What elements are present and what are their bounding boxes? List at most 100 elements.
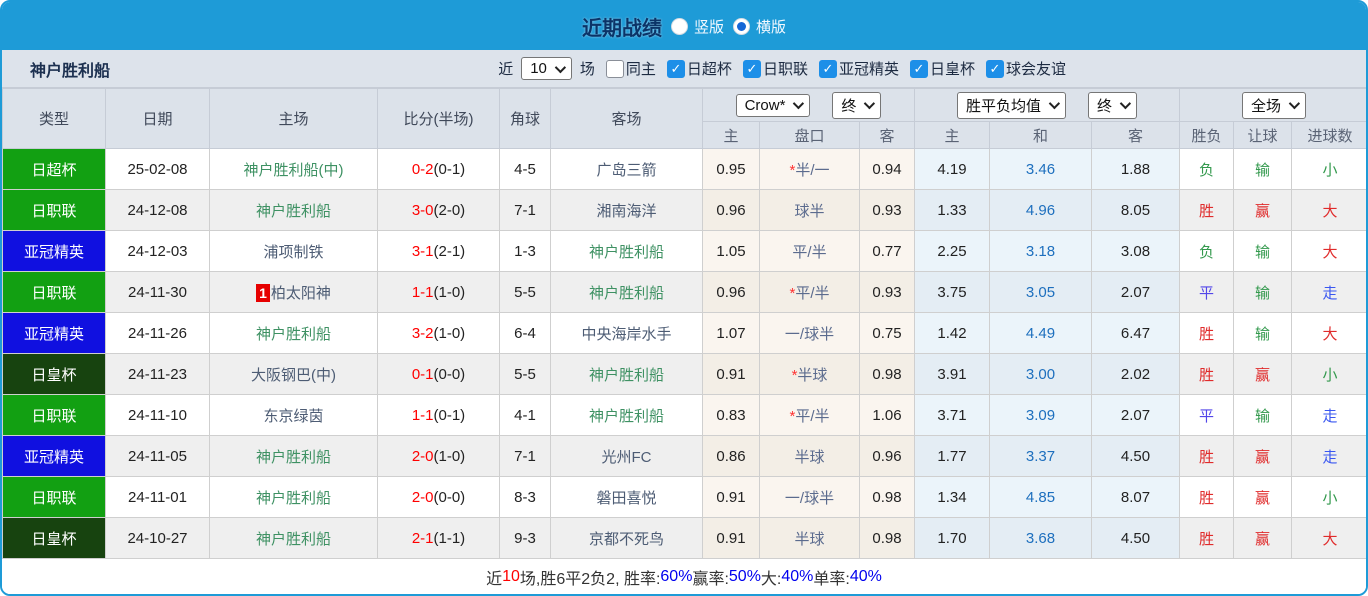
avg-draw-cell: 3.00 — [989, 353, 1093, 395]
full-time-score: 3-2 — [411, 324, 434, 342]
checkbox-icon[interactable] — [666, 59, 685, 78]
full-time-score: 2-1 — [411, 529, 434, 547]
radio-label: 竖版 — [693, 18, 724, 36]
col-header-type: 类型 — [2, 88, 106, 149]
corners-cell: 5-5 — [499, 271, 551, 313]
full-time-score: 1-1 — [411, 283, 434, 301]
odds-away-cell: 0.77 — [858, 230, 916, 272]
sub-header-goals: 进球数 — [1291, 121, 1366, 149]
filter-checkbox-item[interactable]: 同主 — [598, 58, 656, 79]
half-time-score: (0-0) — [433, 488, 466, 506]
filter-bar: 神户胜利船 近 10 场 同主 日超杯 日职联 亚冠精英 日皇杯 球会友谊 — [2, 50, 1366, 88]
avg-home-cell: 1.77 — [914, 435, 991, 477]
away-team-cell: 磐田喜悦 — [550, 476, 703, 518]
odds-away-cell: 0.98 — [858, 476, 916, 518]
handicap-line: 半球 — [794, 530, 825, 548]
checkbox-icon[interactable] — [742, 59, 761, 78]
sub-header-odds-home: 主 — [702, 121, 760, 149]
avg-away-cell: 2.07 — [1091, 271, 1181, 313]
home-rank-badge: 1 — [256, 283, 270, 302]
away-team: 光州FC — [601, 448, 652, 466]
away-team-cell: 中央海岸水手 — [550, 312, 703, 354]
near-label: 近 — [498, 61, 514, 78]
home-team: 东京绿茵 — [263, 407, 324, 425]
avg-source-select[interactable]: 胜平负均值 — [957, 91, 1067, 119]
handicap-result: 赢 — [1233, 517, 1293, 559]
avg-away-cell: 1.88 — [1091, 148, 1181, 190]
away-team-cell: 光州FC — [550, 435, 703, 477]
goals-result: 走 — [1291, 394, 1366, 436]
away-team-cell: 京都不死鸟 — [550, 517, 703, 559]
avg-period-select[interactable]: 终 — [1088, 91, 1138, 119]
half-time-score: (0-1) — [433, 406, 466, 424]
layout-radio-horizontal[interactable]: 横版 — [733, 16, 786, 37]
checkbox-icon[interactable] — [818, 59, 837, 78]
goals-result: 走 — [1291, 435, 1366, 477]
half-time-score: (1-1) — [433, 529, 466, 547]
away-team-cell: 神户胜利船 — [550, 271, 703, 313]
table-row: 亚冠精英 24-11-05 神户胜利船 2-0(1-0) 7-1 光州FC 0.… — [2, 435, 1366, 477]
table-row: 日职联 24-12-08 神户胜利船 3-0(2-0) 7-1 湘南海洋 0.9… — [2, 189, 1366, 231]
match-date: 24-11-01 — [105, 476, 210, 518]
full-time-score: 2-0 — [411, 488, 434, 506]
avg-home-cell: 1.70 — [914, 517, 991, 559]
odds-home-cell: 0.96 — [702, 271, 760, 313]
home-team-cell: 神户胜利船 — [209, 476, 378, 518]
avg-home-cell: 3.71 — [914, 394, 991, 436]
footer-segment: 40% — [781, 568, 814, 585]
radio-icon[interactable] — [670, 17, 688, 35]
away-team-cell: 广岛三箭 — [550, 148, 703, 190]
checkbox-icon[interactable] — [985, 59, 1004, 78]
score-cell: 0-1(0-0) — [377, 353, 500, 395]
table-row: 亚冠精英 24-12-03 浦项制铁 3-1(2-1) 1-3 神户胜利船 1.… — [2, 230, 1366, 272]
avg-draw-cell: 3.05 — [989, 271, 1093, 313]
avg-away-cell: 2.02 — [1091, 353, 1181, 395]
avg-home-cell: 3.91 — [914, 353, 991, 395]
layout-radio-vertical[interactable]: 竖版 — [670, 16, 724, 37]
full-time-score: 2-0 — [411, 447, 434, 465]
home-team: 神户胜利船 — [255, 530, 331, 548]
odds-period-select[interactable]: 终 — [832, 91, 882, 119]
filter-checkbox-item[interactable]: 日职联 — [735, 58, 808, 79]
wdl-result: 负 — [1179, 148, 1235, 190]
handicap-result: 输 — [1233, 230, 1293, 272]
match-date: 24-11-23 — [105, 353, 210, 395]
match-date: 24-11-10 — [105, 394, 210, 436]
corners-cell: 7-1 — [499, 435, 551, 477]
home-team: 神户胜利船 — [255, 202, 331, 220]
filter-checkbox-item[interactable]: 亚冠精英 — [811, 58, 899, 79]
result-group-header: 全场 — [1179, 88, 1366, 122]
corners-cell: 8-3 — [499, 476, 551, 518]
result-scope-select[interactable]: 全场 — [1242, 91, 1307, 119]
odds-away-cell: 0.96 — [858, 435, 916, 477]
checkbox-icon[interactable] — [909, 59, 928, 78]
radio-label: 横版 — [756, 18, 787, 36]
score-cell: 1-1(1-0) — [377, 271, 500, 313]
footer-segment: 40% — [849, 568, 882, 585]
filter-checkbox-item[interactable]: 日皇杯 — [902, 58, 975, 79]
handicap-result: 赢 — [1233, 476, 1293, 518]
radio-icon[interactable] — [733, 17, 750, 35]
filter-checkbox-item[interactable]: 日超杯 — [659, 58, 732, 79]
handicap-result: 赢 — [1233, 435, 1293, 477]
home-team: 神户胜利船 — [255, 448, 331, 466]
match-date: 25-02-08 — [105, 148, 210, 190]
away-team: 湘南海洋 — [596, 202, 657, 220]
handicap-cell: 平/半 — [759, 230, 860, 272]
footer-segment: 赢率: — [692, 571, 729, 588]
odds-source-select[interactable]: Crow* — [735, 93, 811, 117]
match-count-select[interactable]: 10 — [521, 57, 572, 80]
odds-away-cell: 0.75 — [858, 312, 916, 354]
avg-home-cell: 2.25 — [914, 230, 991, 272]
checkbox-icon[interactable] — [605, 59, 624, 78]
goals-result: 大 — [1291, 230, 1366, 272]
corners-cell: 1-3 — [499, 230, 551, 272]
filter-checkbox-item[interactable]: 球会友谊 — [978, 58, 1066, 79]
wdl-result: 胜 — [1179, 189, 1235, 231]
wdl-result: 平 — [1179, 394, 1235, 436]
handicap-result: 赢 — [1233, 189, 1293, 231]
handicap-line: 半/一 — [795, 161, 830, 179]
odds-away-cell: 0.94 — [858, 148, 916, 190]
match-date: 24-11-05 — [105, 435, 210, 477]
handicap-cell: *平/半 — [759, 394, 860, 436]
